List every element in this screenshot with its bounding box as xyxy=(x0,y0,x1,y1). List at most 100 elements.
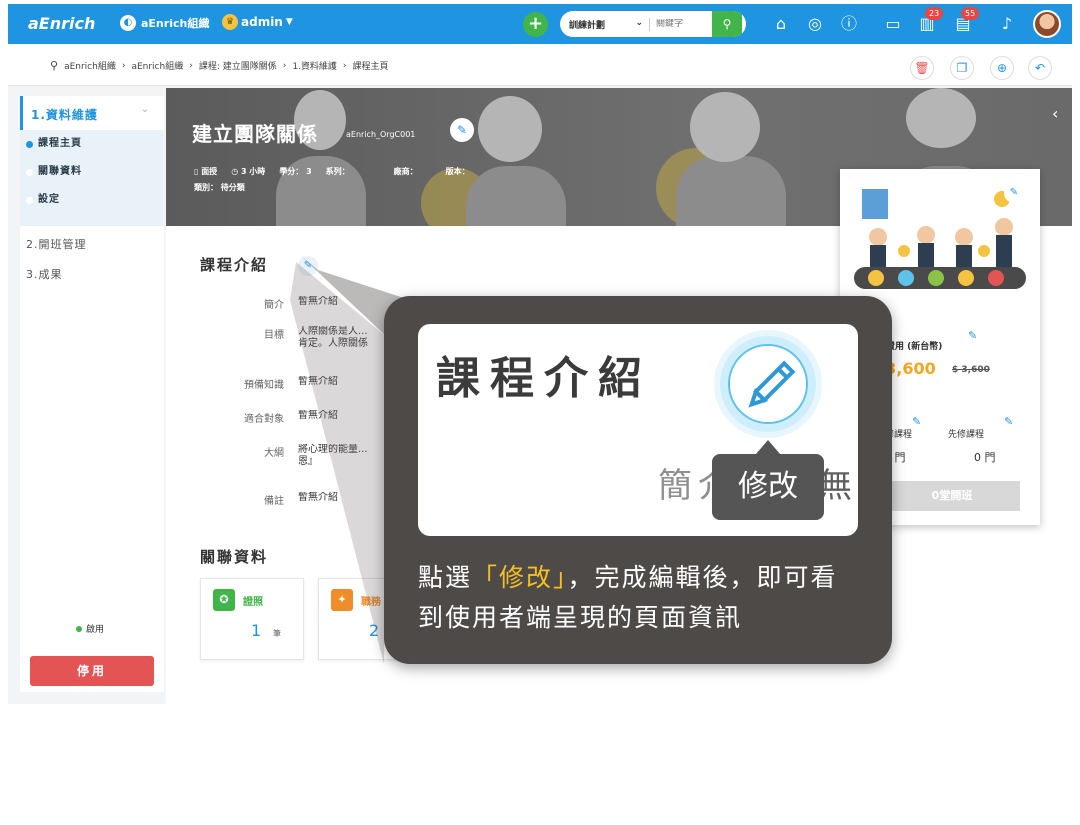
active-dot xyxy=(26,141,33,148)
field-summary: 簡介 暫無介紹 xyxy=(226,296,408,311)
person-decoration xyxy=(906,88,976,148)
pencil-icon[interactable]: ✎ xyxy=(298,256,318,276)
field-label: 適合對象 xyxy=(244,414,284,425)
chart-icon[interactable]: ▥ 23 xyxy=(916,7,944,35)
search-type-select[interactable]: 訓練計劃 ⌄ xyxy=(560,17,650,31)
pencil-icon[interactable]: ✎ xyxy=(1004,183,1024,203)
home-icon[interactable]: ⌂ xyxy=(770,13,792,35)
meta-vendor: 廠商： xyxy=(393,167,418,176)
pencil-icon[interactable]: ✎ xyxy=(912,415,921,428)
related-card-name: 職務 xyxy=(361,597,381,608)
field-value-line: 恩』 xyxy=(298,456,318,467)
field-value-line: 將心理的能量... xyxy=(298,444,368,455)
tutorial-callout: 課程介紹 簡介 暫無 修改 點選「修改」，完成編輯後，即可看到使用者端呈現的頁面… xyxy=(384,296,892,664)
breadcrumb-sep: › xyxy=(189,60,193,71)
edit-tooltip: 修改 xyxy=(712,440,824,520)
original-price: $ 3,600 xyxy=(952,365,990,375)
status-label: 啟用 xyxy=(86,625,105,635)
org-name: aEnrich組織 xyxy=(141,17,210,30)
edit-button[interactable] xyxy=(720,336,816,432)
disable-button[interactable]: 停用 xyxy=(30,656,154,686)
sidebar-section-data: 1.資料維護 ⌄ 課程主頁 關聯資料 設定 xyxy=(20,96,164,226)
sidebar-item-related[interactable]: 關聯資料 xyxy=(20,158,164,186)
avatar[interactable] xyxy=(1033,10,1061,38)
prerequisite-value: 0 門 xyxy=(974,451,996,464)
related-card-unit: 筆 xyxy=(273,629,281,638)
duplicate-icon[interactable]: ⊕ xyxy=(990,56,1014,80)
course-code: aEnrich_OrgC001 xyxy=(346,130,416,139)
bell-icon[interactable]: ♪ xyxy=(996,13,1018,35)
search-type-value: 訓練計劃 xyxy=(569,20,606,31)
chat-icon[interactable]: ▭ xyxy=(882,13,904,35)
breadcrumb-item[interactable]: 課程: 建立團隊關係 xyxy=(199,59,277,72)
breadcrumb-item: 課程主頁 xyxy=(352,62,389,72)
trash-icon[interactable]: 🗑 xyxy=(910,56,934,80)
prerequisite-label: 先修課程 xyxy=(948,430,985,440)
search-input[interactable] xyxy=(650,19,712,29)
pin-icon: ⚲ xyxy=(50,59,59,72)
related-card-certificate[interactable]: ✪ 證照 1 筆 xyxy=(200,578,304,660)
certificate-icon: ✪ xyxy=(213,589,235,611)
chevron-left-icon[interactable]: ‹ xyxy=(1052,104,1072,144)
globe-icon: ◐ xyxy=(120,15,136,31)
undo-icon[interactable]: ↶ xyxy=(1028,56,1052,80)
breadcrumb-sep: › xyxy=(282,60,287,71)
course-title: 建立團隊關係 xyxy=(192,122,318,146)
sidebar-item-class-mgmt[interactable]: 2.開班管理 xyxy=(20,230,164,260)
field-label: 預備知識 xyxy=(244,380,284,391)
chevron-down-icon: ⌄ xyxy=(140,104,150,115)
pencil-icon[interactable]: ✎ xyxy=(450,118,474,142)
related-card-name: 證照 xyxy=(243,597,263,608)
zoom-panel: 課程介紹 簡介 暫無 修改 xyxy=(418,324,858,536)
sidebar-item-course-home[interactable]: 課程主頁 xyxy=(20,130,164,158)
pencil-glyph xyxy=(748,360,796,408)
copy-icon[interactable]: ❐ xyxy=(950,56,974,80)
course-meta: ▯ 面授 ◷ 3 小時 學分： 3 系列： 廠商： 版本： xyxy=(194,166,470,177)
search-button[interactable]: ⚲ xyxy=(712,11,742,37)
breadcrumb-item[interactable]: aEnrich組織 xyxy=(64,59,116,72)
book-icon: ▯ 面授 xyxy=(194,167,218,176)
meta-version: 版本： xyxy=(445,167,470,176)
compass-icon[interactable]: ◎ xyxy=(804,13,826,35)
field-goal: 目標 人際關係是人... 肯定。人際關係 xyxy=(226,326,408,350)
notification-badge: 55 xyxy=(961,7,980,20)
add-button[interactable]: + xyxy=(523,12,548,37)
sidebar-item-results[interactable]: 3.成果 xyxy=(20,260,164,290)
admin-selector[interactable]: ♛ admin ▼ xyxy=(222,14,293,30)
person-decoration xyxy=(676,156,786,226)
help-icon[interactable]: ⓘ xyxy=(838,13,860,35)
related-title: 關聯資料 xyxy=(200,548,269,566)
breadcrumb-sep: › xyxy=(121,60,126,71)
breadcrumb-item[interactable]: aEnrich組織 xyxy=(131,59,183,72)
app-logo[interactable]: aEnrich xyxy=(28,14,95,33)
sidebar-section-title[interactable]: 1.資料維護 ⌄ xyxy=(20,96,164,130)
org-selector[interactable]: ◐ aEnrich組織 xyxy=(120,15,209,31)
field-value-line: 肯定。人際關係 xyxy=(298,338,368,349)
field-label: 簡介 xyxy=(264,300,284,311)
person-decoration xyxy=(466,166,566,226)
job-icon: ✦ xyxy=(331,589,353,611)
pencil-icon[interactable]: ✎ xyxy=(968,329,977,342)
person-decoration xyxy=(478,96,542,162)
crown-icon: ♛ xyxy=(222,14,238,30)
search-icon: ⚲ xyxy=(722,17,732,31)
sidebar-item-settings[interactable]: 設定 xyxy=(20,186,164,214)
chevron-down-icon: ⌄ xyxy=(635,17,643,28)
field-label: 大綱 xyxy=(264,448,284,459)
related-card-count: 1 xyxy=(251,621,262,640)
breadcrumb-item[interactable]: 1.資料維護 xyxy=(292,59,337,72)
status-badge: 啟用 xyxy=(76,622,104,635)
open-class-button[interactable]: 0堂開班 xyxy=(884,481,1020,511)
field-notes: 備註 暫無介紹 xyxy=(226,492,408,507)
sidebar-item-label: 關聯資料 xyxy=(38,166,82,177)
course-category: 類別： 待分類 xyxy=(194,183,245,192)
doc-icon[interactable]: ▤ 55 xyxy=(952,7,980,35)
breadcrumb-sep: › xyxy=(342,60,347,71)
pencil-icon[interactable]: ✎ xyxy=(1004,415,1013,428)
meta-credits: 學分： 3 xyxy=(279,167,312,176)
field-audience: 適合對象 暫無介紹 xyxy=(226,410,408,425)
chevron-down-icon: ▼ xyxy=(285,17,293,27)
meta-hours: 3 小時 xyxy=(240,167,266,176)
clock-icon: ◷ 3 小時 xyxy=(231,167,266,176)
top-bar: aEnrich ◐ aEnrich組織 ♛ admin ▼ + 訓練計劃 ⌄ ⚲… xyxy=(8,4,1072,44)
